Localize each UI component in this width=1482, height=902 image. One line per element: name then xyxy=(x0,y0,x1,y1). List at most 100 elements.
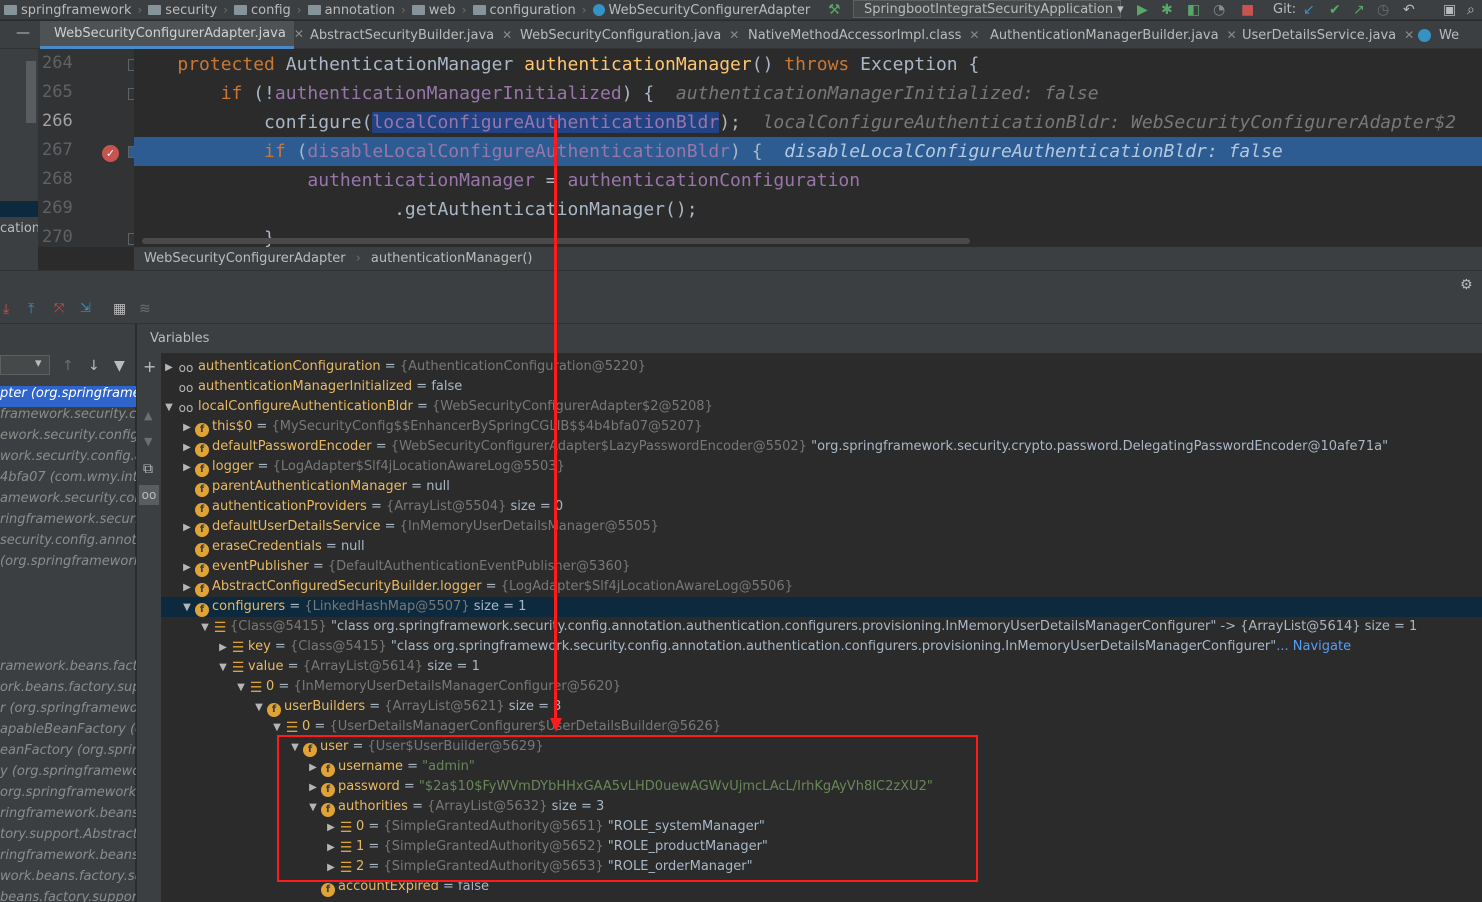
tab-websecurityconfiguration[interactable]: WebSecurityConfiguration.java ✕ xyxy=(506,21,739,49)
run-icon[interactable]: ▶ xyxy=(1137,2,1148,18)
variable-row[interactable]: ▶ oo authenticationConfiguration = {Authen… xyxy=(161,357,1482,377)
variable-row[interactable]: ▶ f defaultPasswordEncoder = {WebSecurityC… xyxy=(161,437,1482,457)
show-watches-icon[interactable]: oo xyxy=(139,485,159,505)
stack-frame[interactable]: ork.beans.factory.suppo xyxy=(0,680,136,701)
tab-we[interactable]: We xyxy=(1412,21,1482,49)
stack-frame[interactable]: apableBeanFactory (org xyxy=(0,722,136,743)
expand-icon[interactable]: ▶ xyxy=(179,438,195,458)
stack-frame[interactable]: y (org.springframewor xyxy=(0,764,136,785)
coverage-icon[interactable]: ◧ xyxy=(1187,2,1200,18)
stack-frame[interactable]: amework.security.confi xyxy=(0,491,136,512)
crumb-config[interactable]: config xyxy=(234,3,291,18)
expand-icon[interactable]: ▶ xyxy=(179,458,195,478)
stack-frame[interactable]: pter (org.springframew xyxy=(0,386,136,407)
stack-frame[interactable]: work.beans.factory.supp xyxy=(0,869,136,890)
debug-icon[interactable]: ✱ xyxy=(1161,2,1173,18)
tab-abstractsecuritybuilder[interactable]: AbstractSecurityBuilder.java ✕ xyxy=(296,21,512,49)
stack-frame[interactable]: org.springframework.be xyxy=(0,785,136,806)
variable-row[interactable]: ▼ ☰ value = {ArrayList@5614} size = 1 xyxy=(161,657,1482,677)
stack-frame[interactable]: (org.springframework. xyxy=(0,554,136,575)
stack-frame[interactable]: ework.security.config.a xyxy=(0,428,136,449)
expand-icon[interactable]: ▶ xyxy=(215,638,231,658)
variable-row[interactable]: ▼ oo localConfigureAuthenticationBldr = {W… xyxy=(161,397,1482,417)
stack-frame[interactable]: eanFactory (org.springfr xyxy=(0,743,136,764)
stack-frame[interactable] xyxy=(0,575,136,596)
crumb-web[interactable]: web xyxy=(411,3,456,18)
thread-select[interactable]: ▾ xyxy=(0,355,50,375)
step-out-icon[interactable]: ⤒ xyxy=(28,301,34,317)
stack-frame[interactable]: 4bfa07 (com.wmy.integ xyxy=(0,470,136,491)
move-up-icon[interactable]: ▲ xyxy=(144,409,152,422)
run-to-cursor-icon[interactable]: ⇲ xyxy=(80,301,91,316)
move-down-icon[interactable]: ▼ xyxy=(144,435,152,448)
collapse-icon[interactable]: ▼ xyxy=(161,398,177,418)
variable-row[interactable]: f eraseCredentials = null xyxy=(161,537,1482,557)
stack-frame[interactable]: work.security.config.an xyxy=(0,449,136,470)
stack-frame[interactable]: security.config.annotati xyxy=(0,533,136,554)
stack-frame[interactable]: tory.support.AbstractBe xyxy=(0,827,136,848)
scroll-thumb[interactable] xyxy=(26,61,36,123)
variable-row[interactable]: ▶ f eventPublisher = {DefaultAuthenticatio… xyxy=(161,557,1482,577)
variable-row[interactable]: ▼ f configurers = {LinkedHashMap@5507} siz… xyxy=(161,597,1482,617)
rollback-icon[interactable]: ↶ xyxy=(1403,2,1415,18)
search-icon[interactable]: ⌕ xyxy=(1467,2,1475,18)
variable-row[interactable]: ▶ f AbstractConfiguredSecurityBuilder.logg… xyxy=(161,577,1482,597)
evaluate-expression-icon[interactable]: ▦ xyxy=(113,301,126,317)
history-icon[interactable]: ◷ xyxy=(1377,2,1389,18)
variable-row[interactable]: ▶ ☰ key = {Class@5415} "class org.springfr… xyxy=(161,637,1482,657)
navigate-link[interactable]: ... Navigate xyxy=(1276,639,1351,654)
git-push-icon[interactable]: ↗ xyxy=(1353,2,1365,18)
crumb-annotation[interactable]: annotation xyxy=(307,3,395,18)
expand-icon[interactable]: ▶ xyxy=(179,558,195,578)
project-structure-icon[interactable]: ▣ xyxy=(1443,2,1456,18)
variable-row[interactable]: ▶ f defaultUserDetailsService = {InMemoryU… xyxy=(161,517,1482,537)
git-update-icon[interactable]: ↙ xyxy=(1303,2,1315,18)
variable-row[interactable]: ▼ ☰ 0 = {InMemoryUserDetailsManagerConfigu… xyxy=(161,677,1482,697)
variable-row[interactable]: f authenticationProviders = {ArrayList@55… xyxy=(161,497,1482,517)
tab-menu-icon[interactable]: — xyxy=(16,25,30,41)
stack-frame[interactable]: beans.factory.support xyxy=(0,890,136,902)
stack-frame[interactable] xyxy=(0,638,136,659)
tab-authenticationmanagerbuilder[interactable]: AuthenticationManagerBuilder.java ✕ xyxy=(976,21,1237,49)
crumb-class[interactable]: WebSecurityConfigurerAdapter xyxy=(144,251,346,266)
stack-frame[interactable] xyxy=(0,617,136,638)
variable-row[interactable]: oo authenticationManagerInitialized = fal… xyxy=(161,377,1482,397)
run-configuration-select[interactable]: SpringbootIntegratSecurityApplication ▾ xyxy=(853,0,1124,18)
variable-row[interactable]: ▶ f this$0 = {MySecurityConfig$$EnhancerBy… xyxy=(161,417,1482,437)
stack-frame[interactable]: ringframework.beans.fa xyxy=(0,806,136,827)
expand-icon[interactable]: ▶ xyxy=(179,518,195,538)
crumb-configuration[interactable]: configuration xyxy=(472,3,576,18)
stop-icon[interactable]: ■ xyxy=(1241,2,1254,18)
variable-row[interactable]: ▼ ☰ {Class@5415} "class org.springframewor… xyxy=(161,617,1482,637)
git-commit-icon[interactable]: ✔ xyxy=(1329,2,1341,18)
variable-row[interactable]: ▼ f userBuilders = {ArrayList@5621} size =… xyxy=(161,697,1482,717)
collapse-icon[interactable]: ▼ xyxy=(251,698,267,718)
arrow-up-icon[interactable]: ↑ xyxy=(62,358,74,374)
crumb-springframework[interactable]: springframework xyxy=(4,3,131,18)
drop-frame-icon[interactable]: ⤧ xyxy=(54,301,64,316)
stack-frame[interactable]: ringframework.beans.fa xyxy=(0,848,136,869)
arrow-down-icon[interactable]: ↓ xyxy=(88,358,100,374)
settings-gear-icon[interactable]: ⚙ xyxy=(1460,277,1473,293)
variable-row[interactable]: ▶ f logger = {LogAdapter$Slf4jLocationAwar… xyxy=(161,457,1482,477)
collapse-icon[interactable]: ▼ xyxy=(179,598,195,618)
profile-icon[interactable]: ◔ xyxy=(1213,2,1225,18)
expand-icon[interactable]: ▶ xyxy=(179,418,195,438)
step-into-icon[interactable]: ⤓ xyxy=(3,301,9,317)
collapse-icon[interactable]: ▼ xyxy=(197,618,213,638)
tab-userdetailsservice[interactable]: UserDetailsService.java ✕ xyxy=(1228,21,1414,49)
variable-row[interactable]: f parentAuthenticationManager = null xyxy=(161,477,1482,497)
copy-icon[interactable]: ⧉ xyxy=(143,461,153,477)
expand-icon[interactable]: ▶ xyxy=(161,358,177,378)
stack-frame[interactable]: framework.security.con xyxy=(0,407,136,428)
filter-icon[interactable]: ▼ xyxy=(114,358,125,374)
variable-row[interactable]: ▼ ☰ 0 = {UserDetailsManagerConfigurer$User… xyxy=(161,717,1482,737)
build-icon[interactable]: ⚒ xyxy=(828,2,841,18)
tab-nativemethodaccessorimpl[interactable]: NativeMethodAccessorImpl.class ✕ xyxy=(734,21,979,49)
expand-icon[interactable]: ▶ xyxy=(179,578,195,598)
crumb-class[interactable]: WebSecurityConfigurerAdapter xyxy=(592,3,810,18)
breakpoint-icon[interactable]: ✓ xyxy=(102,145,119,162)
trace-icon[interactable]: ≋ xyxy=(139,301,151,317)
crumb-security[interactable]: security xyxy=(148,3,217,18)
crumb-method[interactable]: authenticationManager() xyxy=(371,251,533,266)
